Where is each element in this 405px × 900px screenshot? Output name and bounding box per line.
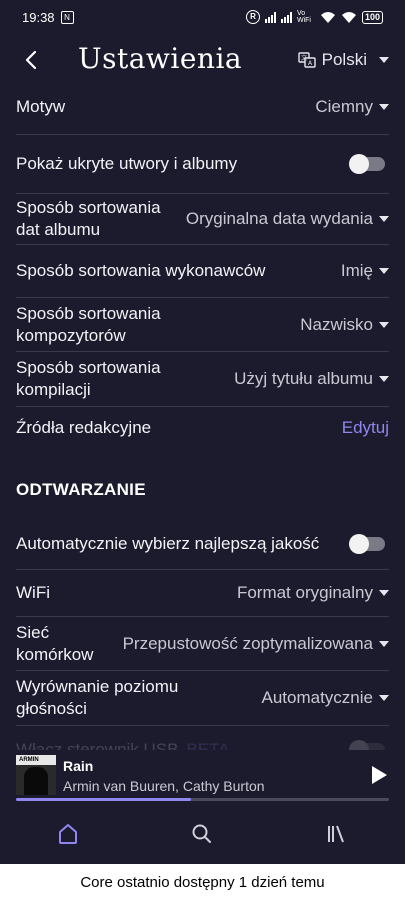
setting-label-line2: kompilacji: [16, 380, 91, 399]
album-art-label: ARMIN: [16, 755, 56, 765]
setting-label: Automatycznie wybierz najlepszą jakość: [16, 534, 320, 553]
auto-quality-toggle[interactable]: [349, 534, 385, 554]
setting-value: Imię: [340, 261, 373, 280]
signal-icon: [264, 11, 276, 23]
setting-artist-sort[interactable]: Sposób sortowania wykonawców Imię: [16, 245, 389, 298]
album-art: ARMIN: [16, 755, 56, 795]
clock: 19:38: [22, 9, 55, 25]
chevron-down-icon: [379, 216, 389, 222]
setting-label: Pokaż ukryte utwory i albumy: [16, 154, 238, 173]
chevron-down-icon: [379, 590, 389, 596]
section-playback: ODTWARZANIE: [16, 475, 389, 505]
setting-label-line1: Wyrównanie poziomu: [16, 677, 179, 696]
home-icon[interactable]: [55, 821, 81, 847]
track-title: Rain: [63, 758, 94, 774]
setting-album-date-sort[interactable]: Sposób sortowania dat albumu Oryginalna d…: [16, 194, 389, 245]
setting-volume-leveling[interactable]: Wyrównanie poziomu głośności Automatyczni…: [16, 671, 389, 726]
page-title: Ustawienia: [78, 42, 243, 75]
setting-show-hidden: Pokaż ukryte utwory i albumy: [16, 135, 389, 194]
setting-theme[interactable]: Motyw Ciemny: [16, 80, 389, 135]
section-title: ODTWARZANIE: [16, 480, 146, 499]
setting-value: Ciemny: [315, 97, 373, 116]
play-icon[interactable]: [369, 764, 389, 786]
nfc-icon: N: [60, 10, 74, 24]
language-select[interactable]: 文 A Polski: [297, 50, 389, 70]
battery-icon: 100: [361, 10, 383, 24]
wifi-icon: [341, 12, 356, 23]
search-icon[interactable]: [189, 821, 215, 847]
translate-icon: 文 A: [297, 52, 316, 68]
settings-list: Motyw Ciemny Pokaż ukryte utwory i album…: [16, 80, 389, 774]
setting-label-line1: Sposób sortowania: [16, 303, 161, 323]
setting-editorial-sources: Źródła redakcyjne Edytuj: [16, 407, 389, 449]
setting-wifi[interactable]: WiFi Format oryginalny: [16, 570, 389, 617]
back-icon[interactable]: [18, 46, 46, 74]
signal-2-icon: [280, 11, 292, 23]
setting-label: WiFi: [16, 583, 50, 602]
wifi-call-icon: [320, 12, 335, 23]
language-value: Polski: [321, 50, 367, 69]
edit-link[interactable]: Edytuj: [342, 418, 389, 438]
setting-cellular[interactable]: Sieć komórkow Przepustowość zoptymalizowa…: [16, 617, 389, 671]
setting-label-line2: głośności: [16, 699, 87, 718]
playback-progress-fill: [16, 798, 192, 801]
setting-label-line2: komórkow: [16, 644, 94, 664]
setting-label-line1: Sposób sortowania: [16, 198, 161, 217]
setting-value: Oryginalna data wydania: [185, 209, 373, 228]
setting-value: Użyj tytułu albumu: [234, 369, 373, 388]
volte-icon: Vo WiFi: [296, 10, 311, 24]
playback-progress[interactable]: [16, 798, 389, 801]
chevron-down-icon: [379, 376, 389, 382]
track-artist: Armin van Buuren, Cathy Burton: [63, 778, 265, 794]
setting-label: Motyw: [16, 97, 66, 116]
setting-label-line1: Sieć: [16, 622, 50, 642]
mini-player[interactable]: ARMIN Rain Armin van Buuren, Cathy Burto…: [0, 750, 405, 802]
setting-value: Nazwisko: [300, 314, 373, 334]
setting-label-line2: kompozytorów: [16, 325, 126, 345]
chevron-down-icon: [379, 321, 389, 328]
setting-composer-sort[interactable]: Sposób sortowania kompozytorów Nazwisko: [16, 298, 389, 352]
bottom-nav: [0, 805, 405, 864]
chevron-down-icon: [379, 104, 389, 110]
chevron-down-icon: [379, 268, 389, 274]
footer-status: Core ostatnio dostępny 1 dzień temu: [0, 864, 405, 900]
setting-label-line2: dat albumu: [16, 220, 101, 239]
chevron-down-icon: [379, 640, 389, 647]
setting-value: Automatycznie: [261, 688, 374, 707]
setting-value: Przepustowość zoptymalizowana: [122, 633, 373, 653]
setting-label: Sposób sortowania wykonawców: [16, 261, 266, 280]
app-screen: 19:38 N R Vo WiFi 100 Ustawienia 文 A Pol…: [0, 0, 405, 864]
setting-label: Źródła redakcyjne: [16, 418, 152, 437]
setting-label-line1: Sposób sortowania: [16, 358, 161, 377]
registered-icon: R: [245, 10, 260, 24]
show-hidden-toggle[interactable]: [349, 154, 385, 174]
setting-compilation-sort[interactable]: Sposób sortowania kompilacji Użyj tytułu …: [16, 352, 389, 407]
setting-auto-quality: Automatycznie wybierz najlepszą jakość: [16, 519, 389, 570]
library-icon[interactable]: [323, 821, 349, 847]
chevron-down-icon: [379, 57, 389, 63]
status-bar: 19:38 N R Vo WiFi 100: [0, 0, 405, 34]
setting-value: Format oryginalny: [236, 583, 373, 602]
svg-text:文: 文: [301, 54, 307, 62]
chevron-down-icon: [379, 695, 389, 701]
